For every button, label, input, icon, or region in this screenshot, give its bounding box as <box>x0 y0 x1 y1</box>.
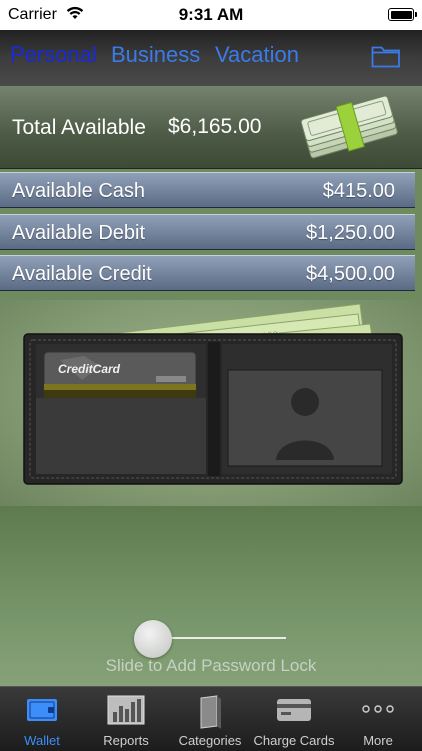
available-debit-label: Available Debit <box>12 222 146 244</box>
available-credit-label: Available Credit <box>12 263 152 285</box>
bar-chart-icon <box>107 695 145 725</box>
available-cash-value: $415.00 <box>322 180 395 202</box>
total-available-value: $6,165.00 <box>168 115 262 138</box>
available-debit-value: $1,250.00 <box>306 222 395 244</box>
tab-categories-label: Categories <box>178 733 242 748</box>
wallet-illustration[interactable]: 100 100 CreditCard <box>0 300 422 506</box>
tab-personal[interactable]: Personal <box>10 42 97 68</box>
money-stack-icon <box>300 95 398 159</box>
tab-charge-cards-label: Charge Cards <box>253 733 335 748</box>
account-tabs: Personal Business Vacation <box>0 30 422 87</box>
card-label: CreditCard <box>58 362 121 376</box>
credit-card-icon <box>277 699 311 721</box>
book-icon <box>200 695 221 729</box>
folder-icon[interactable] <box>371 43 401 69</box>
status-time: 9:31 AM <box>178 5 244 24</box>
available-credit-value: $4,500.00 <box>306 263 395 285</box>
tab-wallet-label: Wallet <box>24 733 60 748</box>
wallet-icon <box>27 699 57 721</box>
available-cash-row[interactable]: Available Cash $415.00 <box>0 172 415 208</box>
tab-charge-cards[interactable]: Charge Cards <box>252 687 336 751</box>
tab-bar: Wallet Reports Categories Charge Cards M… <box>0 686 422 751</box>
tab-more-label: More <box>363 733 393 748</box>
password-lock-slider-knob[interactable] <box>134 620 172 658</box>
tab-reports-label: Reports <box>103 733 149 748</box>
more-icon <box>362 705 394 713</box>
password-lock-slider-track[interactable] <box>152 637 286 639</box>
available-cash-label: Available Cash <box>12 180 146 202</box>
tab-vacation[interactable]: Vacation <box>215 42 299 68</box>
credit-card-graphic: CreditCard <box>43 351 197 405</box>
status-bar: Carrier 9:31 AM <box>0 0 422 30</box>
password-lock-slider-label: Slide to Add Password Lock <box>105 656 317 675</box>
available-debit-row[interactable]: Available Debit $1,250.00 <box>0 214 415 250</box>
tab-business[interactable]: Business <box>111 42 200 68</box>
wallet-area: 100 100 CreditCard <box>0 300 422 506</box>
tab-wallet[interactable]: Wallet <box>0 687 84 751</box>
tab-categories[interactable]: Categories <box>168 687 252 751</box>
tab-reports[interactable]: Reports <box>84 687 168 751</box>
total-available-label: Total Available <box>12 116 146 139</box>
available-credit-row[interactable]: Available Credit $4,500.00 <box>0 255 415 291</box>
battery-icon <box>388 8 417 21</box>
tab-more[interactable]: More <box>336 687 420 751</box>
